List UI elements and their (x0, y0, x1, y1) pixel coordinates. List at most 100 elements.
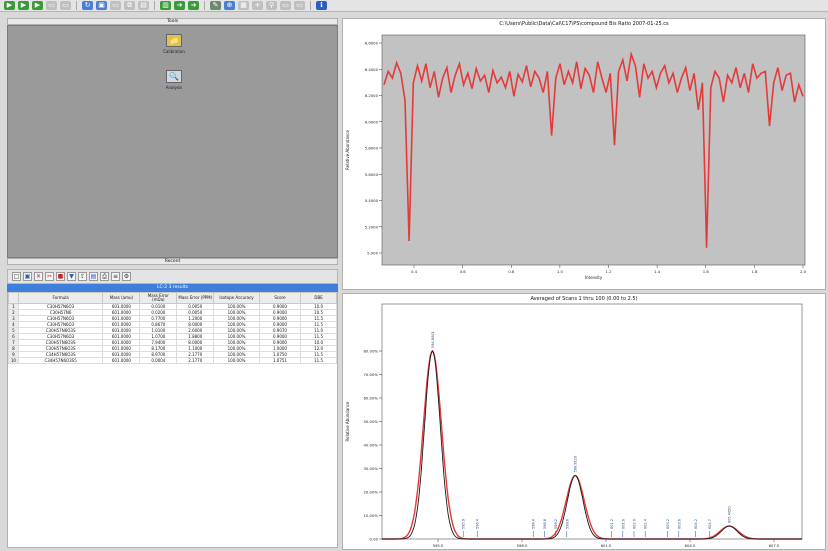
save-icon[interactable]: ▣ (96, 1, 107, 10)
x-tick-label: 601.0 (601, 543, 612, 548)
column-header[interactable]: Isotope Accuracy (213, 292, 260, 304)
refresh-icon[interactable]: ↻ (82, 1, 93, 10)
column-header[interactable]: Score (258, 292, 302, 304)
results-toolbar: □ ▣ ✕ ✂ ■ ▼ ⇪ ▤ ⎙ ≡ ⚙ (7, 269, 338, 284)
peak-label: 599.9120 (574, 456, 578, 473)
x-tick-label: 595.0 (433, 543, 444, 548)
x-tick-label: 1.0 (557, 269, 564, 274)
recent-panel-header[interactable]: Recent (7, 258, 338, 265)
chart-icon[interactable]: ▥ (160, 1, 171, 10)
y-tick-label: 5.6000 (365, 172, 379, 177)
y-tick-label: 6.6000 (365, 41, 379, 46)
spectrum-chart[interactable]: 0.00 10.00% 20.00% 30.00% 40.00% 50.00% 60.00%… (343, 294, 825, 549)
zoom-icon[interactable]: ⊕ (224, 1, 235, 10)
table-header-row: Formula Mass (amu) Mass Error (mDa) Mass Er… (8, 292, 337, 304)
x-tick-label: 598.0 (517, 543, 528, 548)
column-header[interactable]: Formula (17, 292, 104, 304)
isotope-marker-label: 601.2 (610, 519, 614, 529)
x-tick-label: 1.6 (703, 269, 710, 274)
y-tick-label: 5.8000 (365, 146, 379, 151)
x-tick-label: 0.4 (411, 269, 418, 274)
x-tick-label: 607.0 (769, 543, 780, 548)
pin-icon[interactable]: ⚲ (266, 1, 277, 10)
delete-icon[interactable]: ✕ (34, 272, 43, 281)
results-title: LC-2 3 results (7, 284, 338, 292)
isotope-marker-label: 603.2 (666, 519, 670, 529)
isotope-marker-label: 602.0 (633, 519, 637, 529)
toolbar-separator (310, 1, 311, 10)
analysis-tool[interactable]: 🔍 Analysis (154, 70, 194, 90)
isotope-marker-label: 602.4 (644, 518, 648, 529)
plot-area (381, 303, 803, 540)
spectrum-panel: Averaged of Scans 1 thru 100 (0.00 to 2.… (342, 293, 826, 550)
go-green-icon[interactable]: ▶ (18, 1, 29, 10)
y-tick-label: 5.2000 (365, 224, 379, 229)
cut-icon[interactable]: ✂ (45, 272, 54, 281)
settings-icon[interactable]: ⚙ (122, 272, 131, 281)
pencil-icon[interactable]: ✎ (210, 1, 221, 10)
isotope-marker-label: 603.6 (677, 519, 681, 529)
chart-icon[interactable]: ▤ (89, 272, 98, 281)
isotope-marker-label: 601.6 (621, 519, 625, 529)
left-column: Tools 📁 Calibration 🔍 Analysis Recent □ … (7, 18, 338, 548)
isotope-marker-label: 604.7 (708, 519, 712, 529)
info-icon[interactable]: ℹ (316, 1, 327, 10)
arrow-green-icon[interactable]: ➜ (174, 1, 185, 10)
column-header[interactable]: Mass Error (PPM) (176, 292, 215, 304)
magnifier-icon: 🔍 (166, 70, 182, 83)
list-icon[interactable]: ≡ (111, 272, 120, 281)
tools-area: 📁 Calibration 🔍 Analysis (7, 25, 338, 258)
y-tick-label: 30.00% (364, 466, 379, 471)
x-tick-label: 1.2 (605, 269, 612, 274)
spectrum-title: Averaged of Scans 1 thru 100 (0.00 to 2.… (530, 296, 638, 302)
results-table-container: Formula Mass (amu) Mass Error (mDa) Mass Er… (7, 292, 338, 548)
y-tick-label: 80.00% (364, 349, 379, 354)
table-cell: 100.00% (213, 357, 260, 364)
grid-icon[interactable]: ▦ (238, 1, 249, 10)
go-green-icon[interactable]: ▶ (4, 1, 15, 10)
calibration-tool[interactable]: 📁 Calibration (154, 34, 194, 54)
print-icon[interactable]: ⎙ (100, 272, 109, 281)
chromatogram-chart[interactable]: 5.000 5.2000 5.4000 5.6000 5.8000 6.0000 6.200… (343, 19, 825, 289)
y-tick-label: 6.0000 (365, 119, 379, 124)
column-header[interactable]: Mass Error (mDa) (139, 292, 178, 304)
document-icon[interactable]: ▭ (110, 1, 121, 10)
document-icon[interactable]: ▭ (280, 1, 291, 10)
copy-icon[interactable]: ⧉ (124, 1, 135, 10)
isotope-marker-label: 598.8 (543, 519, 547, 529)
plus-icon[interactable]: + (252, 1, 263, 10)
table-cell: 2.1770 (176, 357, 215, 364)
arrow-green-icon[interactable]: ➜ (188, 1, 199, 10)
y-tick-label: 10.00% (364, 513, 379, 518)
x-tick-label: 1.4 (654, 269, 661, 274)
isotope-marker-label: 596.4 (476, 518, 480, 529)
table-cell: 1.0751 (258, 357, 302, 364)
table-cell: 11.5 (300, 357, 337, 364)
peak-label: 605.4050 (728, 506, 732, 523)
stop-icon[interactable]: ■ (56, 272, 65, 281)
save-icon[interactable]: ▣ (23, 272, 32, 281)
export-icon[interactable]: ⇪ (78, 272, 87, 281)
table-cell: 0.0004 (139, 357, 178, 364)
x-tick-label: 1.8 (751, 269, 758, 274)
y-tick-label: 5.000 (367, 251, 378, 256)
go-green-icon[interactable]: ▶ (32, 1, 43, 10)
toolbar-separator (154, 1, 155, 10)
table-row[interactable]: 10 C34H57N6O3S5 601.0000 0.0004 2.1770 100.00… (8, 357, 337, 364)
tools-panel: Tools 📁 Calibration 🔍 Analysis Recent (7, 18, 338, 265)
document-icon[interactable]: ▭ (60, 1, 71, 10)
column-header[interactable]: DBE (300, 292, 337, 304)
column-header[interactable]: Mass (amu) (102, 292, 141, 304)
y-axis-label: Relative Abundance (345, 401, 350, 441)
document-icon[interactable]: ▭ (46, 1, 57, 10)
y-tick-label: 6.2000 (365, 93, 379, 98)
isotope-marker-label: 595.9 (462, 519, 466, 529)
y-tick-label: 6.4000 (365, 67, 379, 72)
column-header[interactable] (8, 292, 19, 304)
main-toolbar: ▶ ▶ ▶ ▭ ▭ ↻ ▣ ▭ ⧉ ▤ ▥ ➜ ➜ ✎ ⊕ ▦ + ⚲ ▭ ▭ ℹ (0, 0, 828, 12)
filter-icon[interactable]: ▼ (67, 272, 76, 281)
document-icon[interactable]: ▭ (294, 1, 305, 10)
calibration-tool-label: Calibration (163, 49, 185, 54)
paste-icon[interactable]: ▤ (138, 1, 149, 10)
new-icon[interactable]: □ (12, 272, 21, 281)
